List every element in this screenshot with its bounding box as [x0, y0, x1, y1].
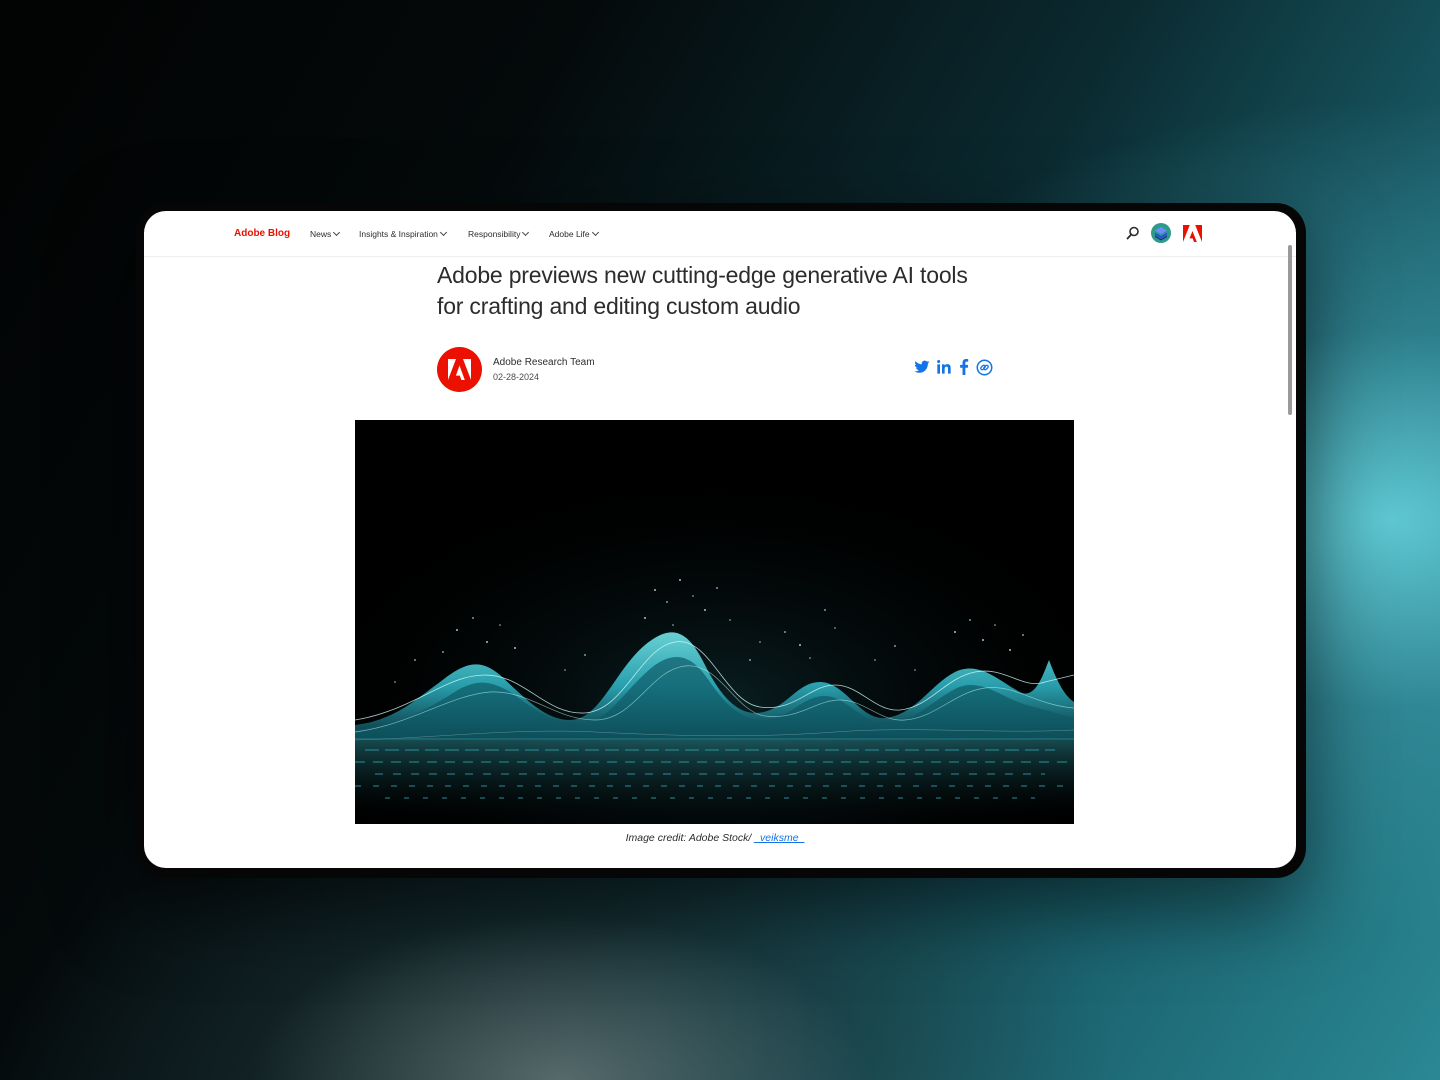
nav-adobe-life[interactable]: Adobe Life: [549, 228, 599, 239]
nav-responsibility-label: Responsibility: [468, 229, 521, 239]
top-navigation: Adobe Blog News Insights & Inspiration R…: [144, 211, 1296, 257]
nav-insights[interactable]: Insights & Inspiration: [359, 228, 447, 239]
device-frame: Adobe Blog News Insights & Inspiration R…: [136, 203, 1306, 878]
adobe-logo-icon: [448, 359, 471, 380]
audio-waveform-image: [355, 420, 1074, 824]
adobe-logo-icon[interactable]: [1183, 225, 1202, 247]
nav-news-label: News: [310, 229, 332, 239]
chevron-down-icon: [522, 228, 530, 237]
author-avatar: [437, 347, 482, 392]
nav-adobe-life-label: Adobe Life: [549, 229, 590, 239]
publish-date: 02-28-2024: [493, 372, 540, 382]
chevron-down-icon: [333, 228, 341, 237]
caption-credit-link[interactable]: _veiksme_: [754, 832, 804, 844]
author-name[interactable]: Adobe Research Team: [493, 357, 595, 368]
user-avatar-icon[interactable]: [1151, 223, 1171, 248]
linkedin-icon[interactable]: [936, 359, 952, 379]
nav-news[interactable]: News: [310, 228, 341, 239]
copy-link-icon[interactable]: [976, 359, 993, 379]
search-icon[interactable]: [1126, 226, 1140, 245]
caption-text: Image credit: Adobe Stock/: [625, 832, 755, 844]
chevron-down-icon: [591, 228, 599, 237]
chevron-down-icon: [439, 228, 447, 237]
scrollbar-thumb[interactable]: [1288, 245, 1292, 415]
twitter-icon[interactable]: [914, 359, 930, 379]
scrollbar[interactable]: [1287, 241, 1293, 851]
nav-insights-label: Insights & Inspiration: [359, 229, 438, 239]
image-caption: Image credit: Adobe Stock/ _veiksme_: [144, 832, 1286, 844]
browser-viewport: Adobe Blog News Insights & Inspiration R…: [144, 211, 1296, 868]
nav-responsibility[interactable]: Responsibility: [468, 228, 530, 239]
article-title: Adobe previews new cutting-edge generati…: [437, 262, 968, 319]
hero-image: [355, 420, 1074, 824]
facebook-icon[interactable]: [958, 359, 970, 379]
brand-link[interactable]: Adobe Blog: [234, 228, 290, 239]
